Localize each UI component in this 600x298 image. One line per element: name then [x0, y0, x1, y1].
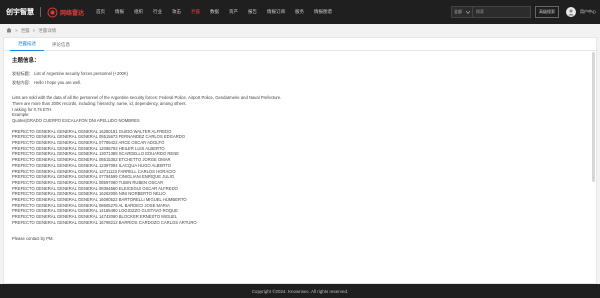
nav-item-subscribe[interactable]: 情报订阅 — [267, 9, 285, 15]
avatar[interactable] — [566, 7, 576, 17]
nav-item-intel[interactable]: 情报 — [115, 9, 124, 15]
breadcrumb-separator: > — [15, 28, 18, 33]
post-body-header: 发帖内容： Hello I hope you are well. — [12, 80, 588, 86]
breadcrumb-leak[interactable]: 泄露 — [21, 28, 30, 34]
top-navbar: 创宇智慧 网络雷达 首页 情报 组织 行业 攻击 泄露 数据 资产 报告 情报订… — [0, 0, 600, 24]
radar-icon — [47, 7, 58, 18]
greeting-text: Hello I hope you are well. — [34, 80, 82, 86]
body-label: 发帖内容： — [12, 80, 33, 86]
nav-item-report[interactable]: 报告 — [248, 9, 257, 15]
tab-comments[interactable]: 评论信息 — [44, 38, 78, 51]
search-scope-value: 全部 — [454, 9, 462, 14]
tab-bar: 泄露描述 评论信息 — [4, 38, 596, 51]
brand-logo[interactable]: 创宇智慧 — [6, 7, 34, 17]
search-bar: 全部 搜索 高级搜索 — [451, 6, 559, 18]
nav-item-leak[interactable]: 泄露 — [191, 9, 200, 15]
product-name: 网络雷达 — [60, 10, 85, 17]
brand-divider — [40, 7, 41, 17]
search-input[interactable]: 搜索 — [473, 6, 531, 18]
main-nav: 首页 情报 组织 行业 攻击 泄露 数据 资产 报告 情报订阅 服务 情报图谱 — [96, 9, 342, 15]
tab-description[interactable]: 泄露描述 — [10, 38, 44, 51]
post-subject: 发帖标题： List of Argentine security forces … — [12, 71, 588, 77]
breadcrumb-current: 泄露详情 — [38, 27, 57, 33]
user-center-link[interactable]: 用户中心 — [580, 9, 596, 15]
nav-item-org[interactable]: 组织 — [134, 9, 143, 15]
chevron-down-icon — [465, 10, 471, 15]
closing-line: Please contact by PM. — [12, 235, 54, 241]
nav-item-assets[interactable]: 资产 — [229, 9, 238, 15]
nav-item-service[interactable]: 服务 — [295, 9, 304, 15]
post-content: 主题信息： 发帖标题： List of Argentine security f… — [4, 51, 596, 284]
home-icon[interactable] — [6, 27, 12, 34]
advanced-search-button[interactable]: 高级搜索 — [535, 6, 559, 18]
breadcrumb-separator: > — [32, 28, 36, 33]
search-scope-select[interactable]: 全部 — [451, 6, 473, 18]
nav-item-data[interactable]: 数据 — [210, 9, 219, 15]
product-logo[interactable]: 网络雷达 — [47, 7, 84, 18]
nav-item-attack[interactable]: 攻击 — [172, 9, 181, 15]
subject-label: 发帖标题： — [12, 70, 33, 76]
search-placeholder: 搜索 — [476, 9, 484, 14]
breadcrumb: > 泄露 > 泄露详情 — [6, 24, 59, 37]
vertical-scrollbar[interactable] — [592, 52, 595, 182]
leak-detail-card: 泄露描述 评论信息 主题信息： 发帖标题： List of Argentine … — [3, 37, 597, 284]
nav-item-industry[interactable]: 行业 — [153, 9, 162, 15]
nav-item-home[interactable]: 首页 — [96, 9, 105, 15]
user-icon — [568, 9, 574, 16]
subject-value: List of Argentine security forces person… — [34, 70, 129, 76]
footer-copyright: Copyright ©2024. Knownsec. All rights re… — [0, 284, 600, 298]
section-title: 主题信息： — [12, 58, 40, 64]
nav-item-graph[interactable]: 情报图谱 — [314, 9, 332, 15]
